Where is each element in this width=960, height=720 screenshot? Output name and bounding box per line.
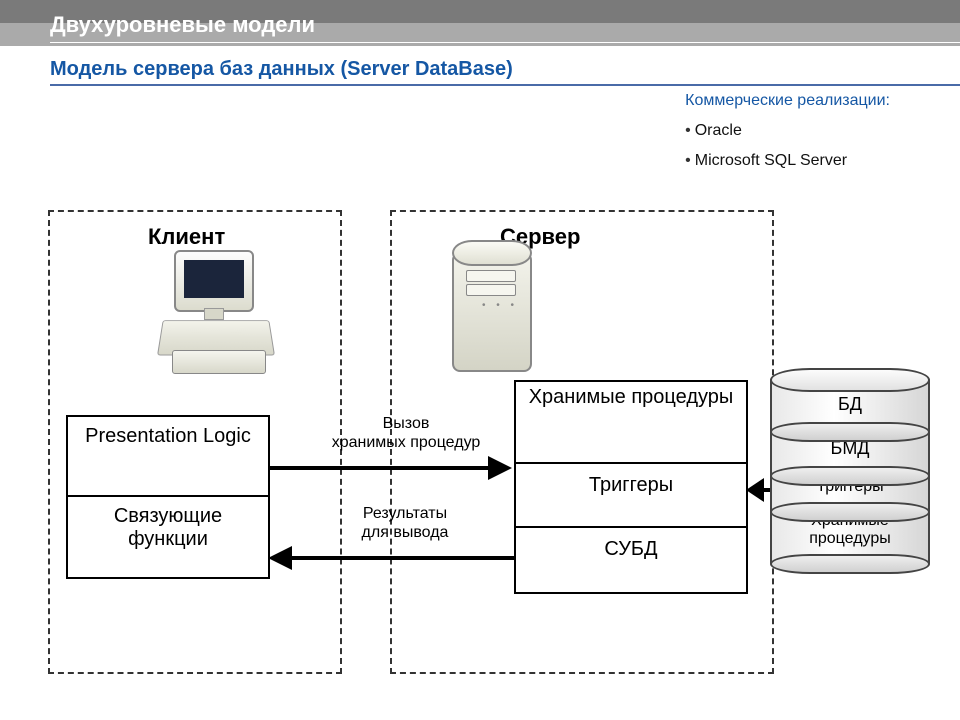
slide-subtitle-wrap: Модель сервера баз данных (Server DataBa… (50, 58, 513, 81)
implementation-item: •Microsoft SQL Server (685, 152, 890, 170)
arrow-call (268, 456, 514, 480)
arrow-results-label-l1: Результаты (363, 505, 447, 522)
client-area-label: Клиент (148, 224, 225, 250)
implementations-title: Коммерческие реализации: (685, 92, 890, 110)
slide-header: Двухуровневые модели (0, 0, 960, 46)
arrow-call-label-l2: хранимых процедур (332, 434, 481, 451)
server-layer-stored-procs: Хранимые процедуры (525, 382, 738, 412)
database-cylinder-stack: БД БМД Триггеры Хранимые процедуры (770, 380, 930, 556)
arrow-results-label: Результаты для вывода (330, 504, 480, 542)
slide-title: Двухуровневые модели (0, 0, 960, 38)
db-cylinder: БД (770, 380, 930, 432)
slide-subtitle: Модель сервера баз данных (Server DataBa… (50, 58, 513, 80)
diagram-stage: Клиент Сервер • • • Presentation Logic С… (30, 200, 930, 690)
server-layers-box: Хранимые процедуры Триггеры СУБД (514, 380, 748, 594)
implementation-item: •Oracle (685, 122, 890, 140)
arrow-results (268, 546, 514, 570)
bullet-icon: • (685, 152, 691, 169)
client-layer-presentation: Presentation Logic (79, 417, 257, 456)
arrow-call-label-l1: Вызов (383, 415, 430, 432)
arrow-results-label-l2: для вывода (362, 524, 449, 541)
implementation-label: Oracle (695, 122, 742, 139)
arrow-call-label: Вызов хранимых процедур (316, 414, 496, 452)
implementation-label: Microsoft SQL Server (695, 152, 847, 169)
server-layer-triggers: Триггеры (585, 464, 677, 507)
header-underline (50, 42, 960, 43)
server-tower-icon: • • • (440, 240, 540, 370)
client-layer-binding: Связующие функции (68, 497, 268, 559)
client-pc-icon (160, 250, 280, 370)
subtitle-rule (50, 84, 960, 86)
client-layers-box: Presentation Logic Связующие функции (66, 415, 270, 579)
bullet-icon: • (685, 122, 691, 139)
implementations-block: Коммерческие реализации: •Oracle •Micros… (685, 92, 890, 170)
server-layer-dbms: СУБД (600, 528, 661, 571)
